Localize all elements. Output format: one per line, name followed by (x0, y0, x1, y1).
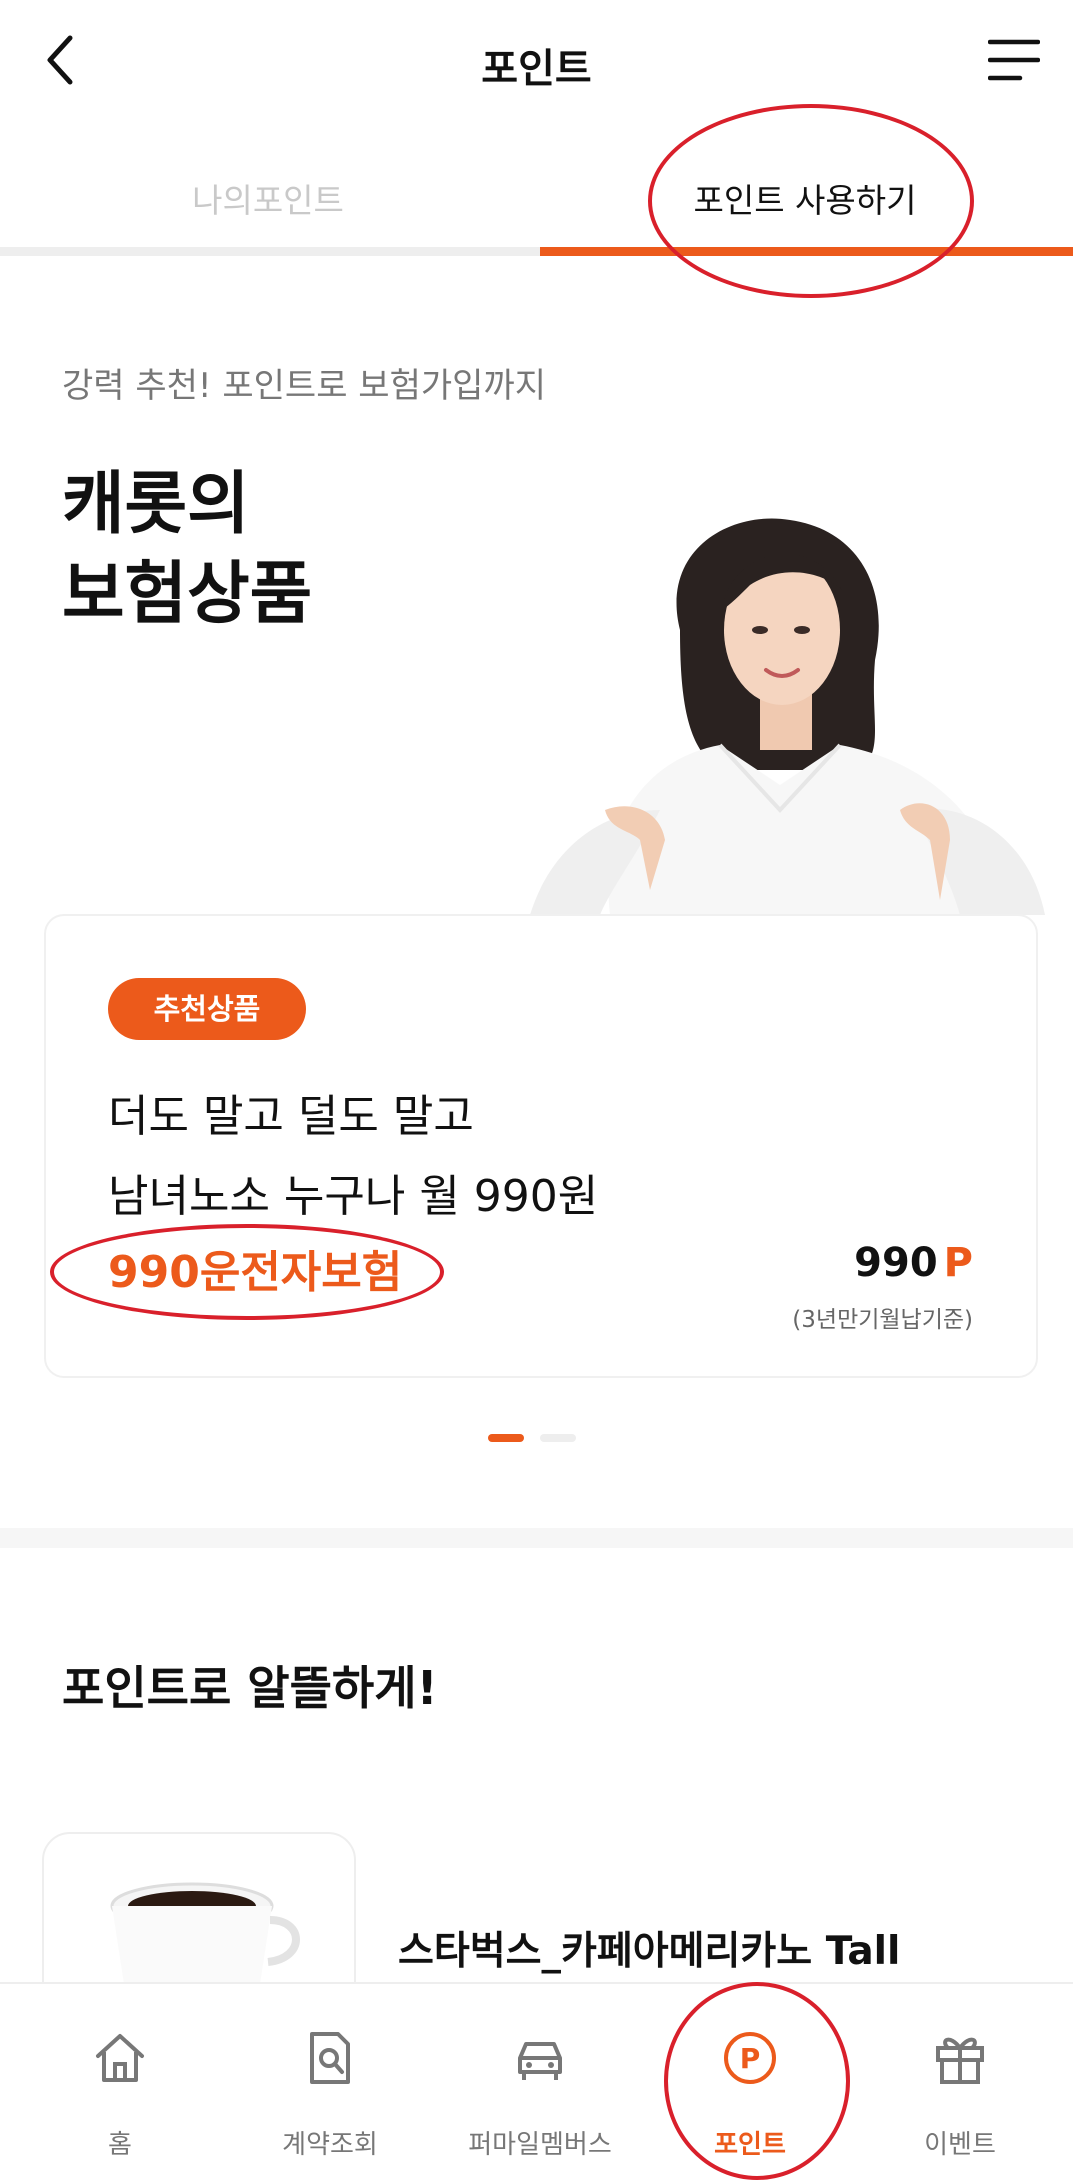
price: 990 P (854, 1240, 973, 1286)
document-search-icon (310, 2032, 350, 2084)
card-tagline-1: 더도 말고 덜도 말고 (108, 1091, 474, 1142)
gift-icon (936, 2037, 984, 2084)
nav-event[interactable]: 이벤트 (855, 1984, 1065, 2179)
product-name[interactable]: 스타벅스_카페아메리카노 Tall (398, 1920, 900, 1976)
carousel-dot[interactable] (540, 1434, 576, 1442)
nav-home[interactable]: 홈 (15, 1984, 225, 2179)
home-icon (96, 2034, 144, 2082)
tab-underline-inactive (0, 247, 540, 256)
carousel-dot-active[interactable] (488, 1434, 524, 1442)
nav-label-home: 홈 (108, 2130, 132, 2160)
app-header: 포인트 (0, 0, 1073, 130)
section-title: 포인트로 알뜰하게! (62, 1661, 438, 1715)
headline-line-2: 보험상품 (62, 555, 313, 634)
nav-label-contracts: 계약조회 (282, 2130, 378, 2160)
page-title: 포인트 (481, 46, 592, 92)
nav-permile[interactable]: 퍼마일멤버스 (435, 1984, 645, 2179)
card-tagline-2: 남녀노소 누구나 월 990원 (108, 1171, 599, 1222)
recommend-badge: 추천상품 (108, 978, 306, 1040)
nav-contracts[interactable]: 계약조회 (225, 1984, 435, 2179)
price-value: 990 (854, 1240, 938, 1286)
price-note: (3년만기월납기준) (792, 1307, 973, 1333)
price-unit: P (943, 1240, 973, 1286)
annotation-circle-tab (648, 104, 974, 298)
section-divider (0, 1528, 1073, 1548)
car-icon (518, 2042, 562, 2080)
promo-subtitle: 강력 추천! 포인트로 보험가입까지 (62, 366, 546, 406)
promo-headline: 캐롯의 보험상품 (62, 460, 312, 640)
bottom-navigation: 홈 계약조회 퍼마일멤버스 P 포인트 이벤트 (0, 1982, 1073, 2179)
menu-icon (987, 39, 1041, 81)
menu-button[interactable] (987, 36, 1041, 86)
headline-line-1: 캐롯의 (62, 465, 250, 544)
nav-label-permile: 퍼마일멤버스 (468, 2130, 612, 2160)
nav-label-event: 이벤트 (924, 2130, 996, 2160)
model-image (530, 518, 1045, 915)
annotation-circle-product (50, 1224, 444, 1320)
tab-my-points[interactable]: 나의포인트 (0, 174, 536, 222)
annotation-circle-nav (664, 1982, 850, 2180)
